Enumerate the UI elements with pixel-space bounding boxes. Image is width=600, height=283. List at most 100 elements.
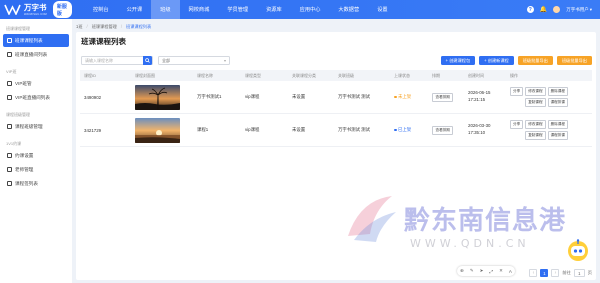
create-course-button[interactable]: + 创建新课程: [479, 56, 514, 65]
view-schedule-button[interactable]: 查看排期: [432, 126, 453, 135]
course-type: vip课程: [241, 94, 288, 100]
delete-course-button[interactable]: 删除课程: [548, 120, 568, 129]
version-badge[interactable]: 新服版: [53, 1, 72, 18]
page-unit-label: 页: [588, 270, 592, 276]
status-dot: [394, 96, 397, 99]
page-number-current[interactable]: 1: [540, 269, 548, 277]
table-row: 3421729 课程1 vip课程 未设置 万字书测试 测: [80, 114, 592, 147]
delete-course-button[interactable]: 删除课程: [548, 87, 568, 96]
breadcrumb-root[interactable]: 1班: [76, 24, 83, 30]
next-page-button[interactable]: ›: [551, 269, 559, 277]
sidebar-item-vip-live[interactable]: VIP班直播间列表: [3, 91, 69, 104]
cover-image: [135, 118, 180, 143]
breadcrumb-parent[interactable]: 班课课程管理: [92, 24, 117, 30]
nav-student-management[interactable]: 学员管理: [218, 0, 257, 19]
live-icon: [7, 52, 12, 57]
sidebar-item-label: 课程班级管理: [15, 124, 43, 130]
nav-settings[interactable]: 设置: [368, 0, 396, 19]
course-teacher: 万字书测试 测试: [334, 94, 390, 100]
nav-dashboard[interactable]: 控制台: [84, 0, 118, 19]
assistant-robot-button[interactable]: [566, 238, 590, 262]
copy-course-button[interactable]: 复制课程: [525, 131, 545, 140]
sidebar-item-live-rooms[interactable]: 班课直播间列表: [3, 48, 69, 61]
send-icon[interactable]: ➤: [480, 268, 484, 274]
user-name: 万字书用户: [566, 7, 589, 13]
prev-page-button[interactable]: ‹: [529, 269, 537, 277]
course-class: 未设置: [288, 94, 334, 100]
action-buttons: + 创建课程包 + 创建新课程 班级批量导出 班级批量导出: [441, 56, 592, 65]
export-button-2[interactable]: 班级批量导出: [557, 56, 592, 65]
logo-icon: [4, 4, 21, 15]
course-schedule-button[interactable]: 课程排课: [548, 131, 568, 140]
course-id: 3421729: [80, 128, 131, 133]
sidebar-item-label: 班课课程列表: [15, 38, 43, 44]
export-button-1[interactable]: 班级批量导出: [518, 56, 553, 65]
col-header: 课程ID: [80, 73, 131, 79]
chevron-down-icon: ▾: [224, 58, 226, 63]
close-icon[interactable]: ✕: [499, 268, 503, 274]
sidebar-item-class-management[interactable]: 课程班级管理: [3, 120, 69, 133]
col-header: 排期: [428, 73, 464, 79]
main-nav: 控制台 公开课 班级 网校商城 学员管理 资源库 应用中心 大数据营 设置: [84, 0, 397, 19]
goto-page-input[interactable]: 1: [574, 269, 585, 277]
avatar[interactable]: [553, 6, 560, 13]
sidebar-item-booking-settings[interactable]: 约课设置: [3, 149, 69, 162]
breadcrumb-current: 班课课程列表: [126, 24, 151, 30]
search-button[interactable]: [143, 56, 152, 65]
breadcrumb: 1班 / 班课课程管理 / 班课课程列表: [76, 22, 151, 31]
course-table: 课程ID 课程封面图 课程名称 课程类型 关联课程分类 关联班级 上课状态 排期…: [80, 70, 592, 147]
status-select[interactable]: 全部 ▾: [158, 56, 230, 65]
col-header: 课程封面图: [131, 73, 193, 79]
sidebar-item-vip-class[interactable]: VIP班管: [3, 77, 69, 90]
col-header: 创建时间: [464, 73, 506, 79]
ai-icon[interactable]: A: [509, 269, 512, 274]
class-icon: [7, 124, 12, 129]
brand-name: 万字书: [24, 3, 47, 12]
nav-class[interactable]: 班级: [151, 0, 179, 19]
sidebar-item-label: VIP班直播间列表: [15, 95, 50, 101]
content-panel: 班课课程列表 请输入课程名称 全部 ▾ + 创建课程包 + 创建新课程 班级批量…: [76, 32, 596, 280]
expand-icon[interactable]: ⤢: [489, 269, 493, 274]
user-icon: [7, 167, 12, 172]
help-icon[interactable]: ?: [527, 6, 534, 13]
sidebar-item-course-list[interactable]: 班课课程列表: [3, 34, 69, 47]
cover-image: [135, 85, 180, 110]
bell-icon[interactable]: 🔔: [540, 6, 547, 13]
sidebar-item-booking-list[interactable]: 课程签列表: [3, 177, 69, 190]
add-icon[interactable]: ⊕: [460, 268, 464, 274]
share-button[interactable]: 分享: [510, 120, 523, 129]
nav-open-class[interactable]: 公开课: [118, 0, 152, 19]
copy-course-button[interactable]: 复制课程: [525, 98, 545, 107]
course-created: 2026-03-30 17:35:10: [464, 123, 506, 136]
nav-school-mall[interactable]: 网校商城: [180, 0, 219, 19]
edit-icon[interactable]: ✎: [470, 268, 474, 274]
share-button[interactable]: 分享: [510, 87, 523, 96]
nav-app-center[interactable]: 应用中心: [291, 0, 330, 19]
create-lesson-button[interactable]: + 创建课程包: [441, 56, 476, 65]
sidebar-group-title: 课程班级管理: [0, 105, 72, 119]
filter-bar: 请输入课程名称 全部 ▾: [81, 56, 230, 65]
search-placeholder: 请输入课程名称: [82, 58, 113, 64]
view-schedule-button[interactable]: 查看排期: [432, 93, 453, 102]
course-ops: 分享 修改课程 删除课程 复制课程 课程排课: [506, 87, 592, 107]
sidebar-item-teachers[interactable]: 老师管理: [3, 163, 69, 176]
search-icon: [145, 58, 150, 63]
list-icon: [7, 38, 12, 43]
user-menu[interactable]: 万字书用户 ▾: [566, 7, 592, 13]
top-bar: 万字书 WANZISHU.COM 新服版 控制台 公开课 班级 网校商城 学员管…: [0, 0, 600, 19]
vip-icon: [7, 81, 12, 86]
course-schedule-button[interactable]: 课程排课: [548, 98, 568, 107]
nav-big-data[interactable]: 大数据营: [329, 0, 368, 19]
course-cover: [131, 118, 193, 143]
col-header: 课程名称: [193, 73, 241, 79]
nav-resource-library[interactable]: 资源库: [257, 0, 291, 19]
brand-logo[interactable]: 万字书 WANZISHU.COM 新服版: [0, 1, 72, 18]
edit-course-button[interactable]: 修改课程: [525, 87, 545, 96]
sidebar-item-label: 班课直播间列表: [15, 52, 47, 58]
search-input[interactable]: 请输入课程名称: [81, 56, 153, 65]
course-name: 万字书测试1: [193, 94, 241, 100]
edit-course-button[interactable]: 修改课程: [525, 120, 545, 129]
table-header: 课程ID 课程封面图 课程名称 课程类型 关联课程分类 关联班级 上课状态 排期…: [80, 70, 592, 81]
floating-toolbar: ⊕ ✎ ➤ ⤢ ✕ A: [457, 266, 515, 276]
course-type: vip课程: [241, 127, 288, 133]
